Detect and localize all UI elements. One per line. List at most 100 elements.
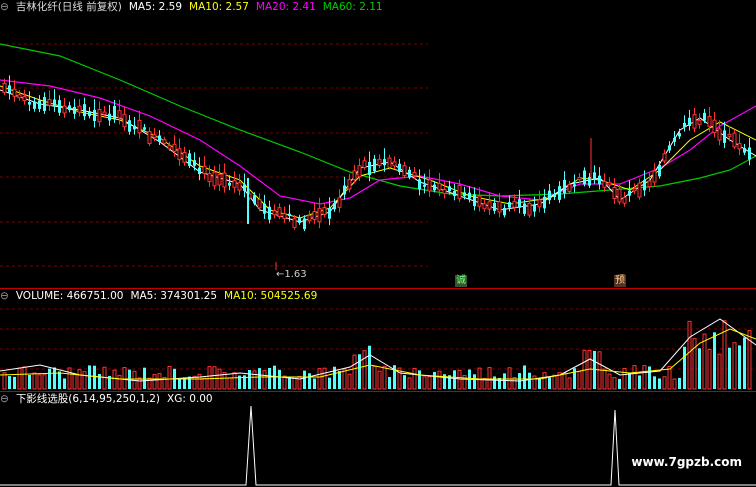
volume-bar [352,354,357,390]
volume-bar [418,370,421,389]
candle-body [408,169,411,178]
candle-body [383,159,386,166]
candle-body [412,171,417,177]
candle-body [333,203,336,210]
volume-bar [308,373,311,389]
volume-bar [37,374,42,390]
volume-bar [252,370,257,390]
candle-body [232,180,237,188]
candle-body [38,100,41,109]
price-header: ⊖ 吉林化纤(日线 前复权) MA5: 2.59 MA10: 2.57 MA20: 2.… [0,0,390,14]
candle-body [158,135,161,142]
candle-body [418,179,421,190]
volume-bar [93,365,96,389]
candle-body [272,210,277,216]
low-price-label: ←1.63 [276,269,307,280]
candle-body [553,193,556,198]
candle-body [487,201,492,210]
candle-body [508,202,511,208]
candle-body [668,145,671,151]
volume-bar [602,368,607,390]
candle-body [263,203,266,214]
candle-body [533,204,536,212]
candle-body [662,153,667,162]
volume-bar [258,368,261,389]
candle-body [88,111,91,116]
candle-body [737,143,742,150]
candle-body [83,104,86,117]
indicator-chart[interactable] [0,392,756,487]
volume-bar [32,372,37,390]
candle-body [22,96,27,101]
candle-body [337,197,342,208]
candle-body [177,148,182,161]
volume-bar [507,367,512,390]
volume-bar [388,376,391,389]
volume-bar [372,365,377,390]
volume-bar [98,373,101,389]
volume-bar [427,376,432,390]
indicator-panel[interactable]: ⊖ 下影线选股(6,14,95,250,1,2) XG: 0.00 [0,392,756,487]
candle-body [448,186,451,192]
volume-bar [67,367,72,390]
candle-body [212,171,217,187]
volume-bar [702,333,707,390]
volume-bar [552,374,557,390]
candle-body [128,120,131,132]
candle-body [567,184,572,192]
event-mark-left[interactable]: 诚 [455,275,467,287]
candle-body [53,99,56,106]
volume-ma10-label: MA10: 504525.69 [224,290,318,302]
candle-body [732,132,737,148]
volume-bar [577,371,582,390]
candle-body [632,188,637,192]
candle-body [28,102,31,105]
volume-bar [618,378,621,389]
candle-body [523,203,526,214]
volume-chart[interactable] [0,289,756,391]
candle-body [593,172,596,180]
candle-body [437,182,442,191]
volume-bar [368,345,371,389]
candle-body [647,180,652,188]
volume-bar [437,370,442,390]
candle-body [398,163,401,173]
volume-bar [167,366,172,390]
candle-body [133,125,136,130]
candle-body [548,190,551,201]
candle-body [317,207,322,223]
candle-body [277,207,282,217]
candle-body [712,119,717,134]
volume-bar [117,374,122,390]
candle-body [637,182,642,198]
price-panel[interactable]: ⊖ 吉林化纤(日线 前复权) MA5: 2.59 MA10: 2.57 MA20: 2.… [0,0,756,288]
event-mark-right[interactable]: 预 [614,275,626,287]
panel-collapse-icon[interactable]: ⊖ [0,393,9,405]
volume-bar [297,375,302,390]
panel-collapse-icon[interactable]: ⊖ [0,290,9,302]
candle-body [477,195,482,207]
stock-title: 吉林化纤(日线 前复权) [15,1,122,13]
candle-body [257,199,262,209]
candle-body [137,119,142,134]
candle-body [442,189,447,194]
volume-bar [137,377,142,390]
candle-body [357,165,362,178]
candle-body [77,105,82,113]
volume-header: ⊖ VOLUME: 466751.00 MA5: 374301.25 MA10: 50… [0,289,324,303]
candle-body [143,127,146,130]
candle-body [537,199,542,208]
volume-bar [698,348,701,389]
candle-body [303,218,306,230]
candle-body [288,213,291,217]
candle-body [683,122,686,127]
panel-collapse-icon[interactable]: ⊖ [0,1,9,13]
volume-panel[interactable]: ⊖ VOLUME: 466751.00 MA5: 374301.25 MA10: 50… [0,289,756,391]
volume-bar [28,374,31,389]
candle-body [658,164,661,177]
volume-bar [313,378,316,389]
price-chart[interactable] [0,0,756,288]
candle-body [193,160,196,166]
volume-bar [143,367,146,389]
volume-bar [407,377,412,390]
